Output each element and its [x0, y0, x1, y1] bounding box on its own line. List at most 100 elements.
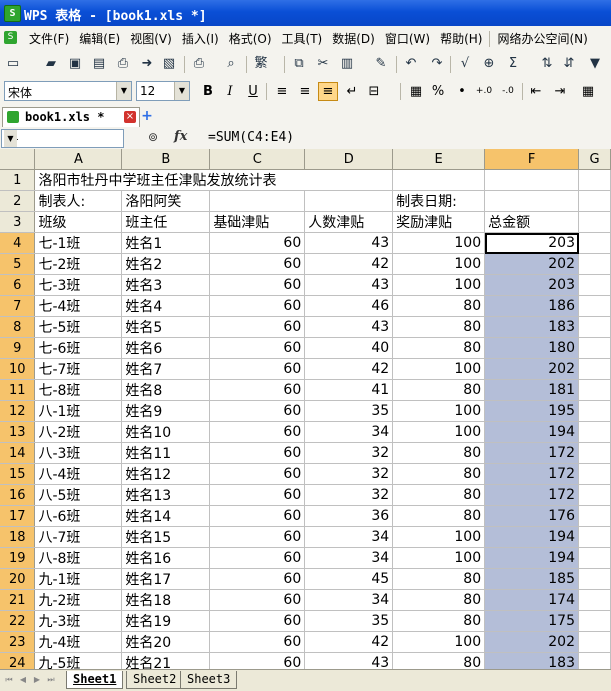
table-cell[interactable] — [578, 589, 611, 611]
table-cell[interactable] — [484, 169, 579, 191]
table-cell[interactable]: 60 — [209, 484, 306, 506]
table-cell[interactable]: 七-2班 — [34, 253, 123, 275]
undo-icon[interactable]: ↶ — [402, 55, 420, 73]
table-cell[interactable]: 180 — [484, 337, 579, 359]
table-cell[interactable]: 七-6班 — [34, 337, 123, 359]
sheet-tab-sheet1[interactable]: Sheet1 — [66, 671, 124, 689]
table-cell[interactable]: 194 — [484, 526, 579, 548]
table-cell[interactable]: 80 — [392, 484, 486, 506]
row-header[interactable]: 20 — [0, 568, 36, 590]
table-cell[interactable]: 203 — [484, 274, 579, 296]
table-cell[interactable]: 100 — [392, 631, 486, 653]
table-cell[interactable]: 姓名14 — [121, 505, 211, 527]
table-cell[interactable]: 43 — [304, 652, 394, 669]
font-size-combo[interactable]: 12 ▼ — [136, 81, 190, 101]
table-cell[interactable]: 46 — [304, 295, 394, 317]
next-sheet-icon[interactable]: ▶ — [32, 675, 42, 685]
table-cell[interactable]: 100 — [392, 526, 486, 548]
sheet-tab-sheet3[interactable]: Sheet3 — [180, 671, 238, 689]
column-header-a[interactable]: A — [34, 149, 123, 170]
table-cell[interactable]: 100 — [392, 358, 486, 380]
table-cell[interactable]: 60 — [209, 589, 306, 611]
table-cell[interactable]: 45 — [304, 568, 394, 590]
row-header[interactable]: 13 — [0, 421, 36, 443]
table-cell[interactable]: 176 — [484, 505, 579, 527]
table-cell[interactable]: 60 — [209, 232, 306, 254]
table-cell[interactable]: 80 — [392, 505, 486, 527]
table-cell[interactable]: 班级 — [34, 211, 123, 233]
comma-style-icon[interactable]: • — [452, 82, 472, 101]
menu-format[interactable]: 格式(O) — [224, 30, 277, 47]
table-cell[interactable]: 八-5班 — [34, 484, 123, 506]
table-cell[interactable]: 172 — [484, 442, 579, 464]
percent-icon[interactable]: % — [428, 82, 448, 101]
table-cell[interactable]: 183 — [484, 652, 579, 669]
table-cell[interactable]: 80 — [392, 316, 486, 338]
table-cell[interactable]: 172 — [484, 463, 579, 485]
table-cell[interactable]: 姓名4 — [121, 295, 211, 317]
sort-desc-icon[interactable]: ⇵ — [560, 55, 578, 73]
export-icon[interactable]: ➜ — [138, 55, 156, 73]
table-cell[interactable]: 80 — [392, 589, 486, 611]
table-cell[interactable]: 43 — [304, 232, 394, 254]
row-header[interactable]: 7 — [0, 295, 36, 317]
row-header[interactable]: 9 — [0, 337, 36, 359]
align-left-icon[interactable]: ≡ — [272, 82, 292, 101]
table-cell[interactable]: 奖励津贴 — [392, 211, 486, 233]
table-cell[interactable]: 32 — [304, 484, 394, 506]
table-cell[interactable]: 八-7班 — [34, 526, 123, 548]
table-cell[interactable]: 42 — [304, 358, 394, 380]
last-sheet-icon[interactable]: ⏭ — [46, 675, 56, 685]
table-cell[interactable] — [578, 442, 611, 464]
hyperlink-icon[interactable]: ⊕ — [480, 55, 498, 73]
column-header-c[interactable]: C — [209, 149, 306, 170]
table-cell[interactable] — [578, 463, 611, 485]
print-preview-icon[interactable]: ⎙ — [114, 55, 132, 73]
table-cell[interactable]: 姓名2 — [121, 253, 211, 275]
table-cell[interactable]: 34 — [304, 547, 394, 569]
table-cell[interactable] — [578, 232, 611, 254]
table-cell[interactable] — [578, 379, 611, 401]
table-cell[interactable] — [578, 253, 611, 275]
table-cell[interactable]: 80 — [392, 610, 486, 632]
table-cell[interactable]: 80 — [392, 568, 486, 590]
document-tab-book1[interactable]: book1.xls * × — [2, 107, 140, 127]
table-cell[interactable]: 186 — [484, 295, 579, 317]
underline-button[interactable]: U — [243, 82, 263, 101]
print-icon[interactable]: ⎙ — [190, 55, 208, 73]
table-cell[interactable]: 36 — [304, 505, 394, 527]
menu-tools[interactable]: 工具(T) — [277, 30, 328, 47]
menu-network-office[interactable]: 网络办公空间(N) — [492, 30, 592, 47]
table-cell[interactable]: 172 — [484, 484, 579, 506]
table-cell[interactable]: 34 — [304, 526, 394, 548]
table-cell[interactable]: 42 — [304, 253, 394, 275]
search-function-icon[interactable]: ⊚ — [148, 130, 158, 144]
table-cell[interactable] — [578, 316, 611, 338]
table-cell[interactable]: 姓名16 — [121, 547, 211, 569]
decrease-decimal-icon[interactable]: -.0 — [498, 82, 518, 101]
table-cell[interactable]: 100 — [392, 547, 486, 569]
table-cell[interactable]: 九-3班 — [34, 610, 123, 632]
wrap-text-icon[interactable]: ↵ — [342, 82, 362, 101]
table-cell[interactable]: 175 — [484, 610, 579, 632]
sort-icon[interactable]: ⇅ — [538, 55, 556, 73]
table-cell[interactable]: 194 — [484, 547, 579, 569]
menu-file[interactable]: 文件(F) — [24, 30, 74, 47]
table-cell[interactable]: 60 — [209, 547, 306, 569]
table-cell[interactable]: 202 — [484, 631, 579, 653]
align-center-icon[interactable]: ≡ — [295, 82, 315, 101]
table-cell[interactable]: 60 — [209, 253, 306, 275]
menu-window[interactable]: 窗口(W) — [380, 30, 435, 47]
save-as-icon[interactable]: ▤ — [90, 55, 108, 73]
table-cell[interactable] — [578, 505, 611, 527]
table-cell[interactable]: 姓名13 — [121, 484, 211, 506]
table-cell[interactable]: 80 — [392, 379, 486, 401]
table-cell[interactable]: 姓名17 — [121, 568, 211, 590]
table-cell[interactable]: 九-5班 — [34, 652, 123, 669]
copy-icon[interactable]: ⧉ — [290, 55, 308, 73]
row-header[interactable]: 18 — [0, 526, 36, 548]
table-cell[interactable] — [578, 610, 611, 632]
table-cell[interactable]: 203 — [484, 232, 579, 254]
table-cell[interactable]: 100 — [392, 232, 486, 254]
table-cell[interactable]: 人数津贴 — [304, 211, 394, 233]
